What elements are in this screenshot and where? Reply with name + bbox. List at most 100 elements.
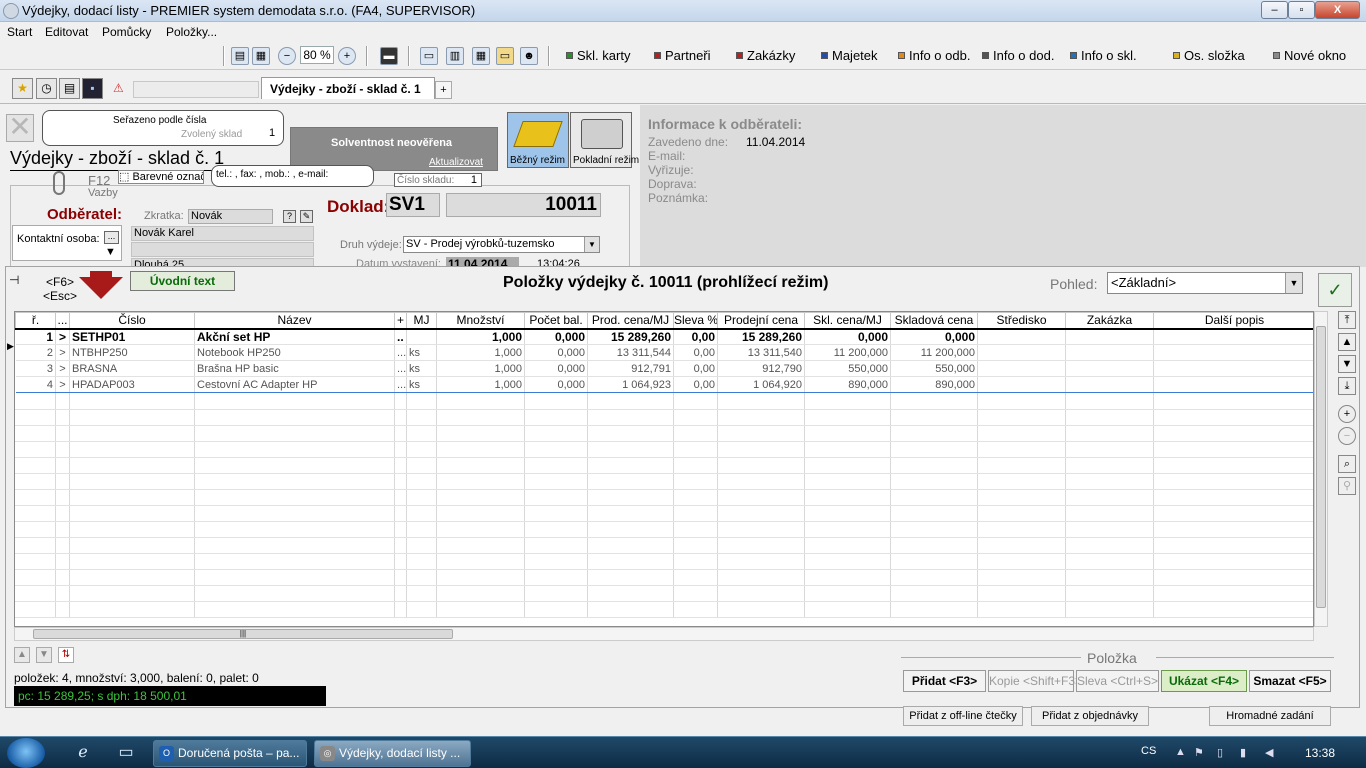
device-icon[interactable]: ▯ [1217,746,1223,759]
screen-icon[interactable]: ▭ [420,47,438,65]
page-up-icon[interactable]: ▲ [1338,333,1356,351]
language-indicator[interactable]: CS [1141,745,1156,757]
vertical-scrollbar[interactable] [1314,311,1328,627]
horizontal-scroll-thumb[interactable]: ||| [33,629,453,639]
items-grid[interactable]: ř. ... Číslo Název + MJ Množství Počet b… [14,311,1314,627]
links-label[interactable]: Vazby [88,187,118,199]
document-number-field[interactable]: 10011 [446,193,601,217]
cell-plus[interactable]: ... [394,344,407,361]
cell-mark[interactable]: > [55,376,70,393]
tab-issue-notes[interactable]: Výdejky - zboží - sklad č. 1 [261,77,435,99]
help-icon[interactable]: ? [283,210,296,223]
books-icon[interactable]: ▥ [446,47,464,65]
export-excel-icon[interactable]: ✓ [1318,273,1352,307]
minimize-button[interactable]: – [1261,1,1288,19]
contact-dropdown-icon[interactable]: ▼ [105,246,116,258]
copy-item-button[interactable]: Kopie <Shift+F3> [988,670,1082,692]
link-customer-info[interactable]: Info o odb. [898,48,970,63]
horizontal-scrollbar[interactable]: ||| [14,627,1314,641]
customer-line2-field[interactable] [131,242,314,257]
col-center[interactable]: Středisko [977,312,1066,330]
close-document-icon[interactable]: ✕ [6,113,34,142]
contact-person-button[interactable]: ... [104,231,119,244]
layout-icon[interactable]: ▤ [231,47,249,65]
flag-icon[interactable]: ⚑ [1194,746,1204,759]
table-row[interactable]: 1 > SETHP01 Akční set HP .. 1,000 0,000 … [15,328,1313,345]
customer-name-field[interactable]: Novák Karel [131,226,314,241]
table-row-selected[interactable]: 4 > HPADAP003 Cestovní AC Adapter HP ...… [15,376,1313,393]
col-description[interactable]: Další popis [1153,312,1313,330]
close-button[interactable]: X [1315,1,1360,19]
task-premier[interactable]: ◎ Výdejky, dodací listy ... [314,740,471,767]
filter-icon[interactable]: ⚲ [1338,477,1356,495]
normal-mode-button[interactable]: Běžný režim [507,112,569,168]
zoom-in-icon[interactable]: + [1338,405,1356,423]
app-icon[interactable] [3,3,19,19]
window-list-icon[interactable]: ▤ [59,78,80,99]
layout-alt-icon[interactable]: ▦ [252,47,270,65]
explorer-folder-icon[interactable]: ▭ [115,742,137,764]
bulk-entry-button[interactable]: Hromadné zadání [1209,706,1331,726]
volume-icon[interactable]: ◀ [1265,746,1273,759]
zoom-out-icon[interactable]: − [278,47,296,65]
col-sale-price[interactable]: Prodejní cena [717,312,805,330]
back-arrow-icon[interactable] [79,277,123,299]
menu-items[interactable]: Položky... [166,25,217,39]
first-record-icon[interactable]: ⤒ [1338,311,1356,329]
cash-mode-button[interactable]: Pokladní režim [570,112,639,168]
dropdown-arrow-icon[interactable]: ▼ [1285,273,1302,293]
link-stock-info[interactable]: Info o skl. [1070,48,1137,63]
clock[interactable]: 13:38 [1305,746,1335,760]
vertical-scroll-thumb[interactable] [1316,326,1326,608]
show-item-button[interactable]: Ukázat <F4> [1161,670,1247,692]
zoom-in-icon[interactable]: + [338,47,356,65]
calculator-icon[interactable]: ▦ [472,47,490,65]
zoom-out-icon[interactable]: − [1338,427,1356,445]
customer-shortcut-field[interactable]: Novák [188,209,273,224]
add-item-button[interactable]: Přidat <F3> [903,670,986,692]
col-code[interactable]: Číslo [69,312,195,330]
col-more[interactable]: ... [55,312,70,330]
signal-icon[interactable]: ▮ [1240,746,1246,759]
color-flag[interactable]: ⬚ Barevné označení [118,170,204,184]
link-partners[interactable]: Partneři [654,48,711,63]
col-unit[interactable]: MJ [406,312,437,330]
cell-plus[interactable]: ... [394,360,407,377]
sort-icon[interactable]: ⇅ [58,647,74,663]
cell-plus[interactable]: .. [394,328,407,345]
col-packages[interactable]: Počet bal. [524,312,588,330]
col-plus[interactable]: + [394,312,407,330]
move-down-icon[interactable]: ▼ [36,647,52,663]
col-unit-price[interactable]: Prod. cena/MJ [587,312,674,330]
add-tab-button[interactable]: + [435,81,452,99]
user-icon[interactable]: ☻ [520,47,538,65]
page-down-icon[interactable]: ▼ [1338,355,1356,373]
zoom-level[interactable]: 80 % [300,46,334,64]
link-new-window[interactable]: Nové okno [1273,48,1346,63]
link-stock-cards[interactable]: Skl. karty [566,48,630,63]
link-orders[interactable]: Zakázky [736,48,795,63]
delete-item-button[interactable]: Smazat <F5> [1249,670,1331,692]
link-supplier-info[interactable]: Info o dod. [982,48,1054,63]
cell-plus[interactable]: ... [394,376,407,393]
monitor-icon[interactable]: ▬ [380,47,398,65]
find-icon[interactable]: ⌕ [1338,455,1356,473]
col-quantity[interactable]: Množství [436,312,525,330]
folder-icon[interactable]: ▭ [496,47,514,65]
tray-arrow-icon[interactable]: ▲ [1175,746,1186,758]
add-from-order-button[interactable]: Přidat z objednávky [1031,706,1149,726]
view-select[interactable]: <Základní> ▼ [1107,272,1303,294]
dropdown-arrow-icon[interactable]: ▼ [584,237,599,252]
menu-tools[interactable]: Pomůcky [102,25,151,39]
col-row[interactable]: ř. [15,312,56,330]
discount-item-button[interactable]: Sleva <Ctrl+S> [1076,670,1159,692]
add-from-offline-reader-button[interactable]: Přidat z off-line čtečky [903,706,1023,726]
pin-icon[interactable]: ⊣ [9,273,19,287]
col-order[interactable]: Zakázka [1065,312,1154,330]
console-icon[interactable]: ▪ [82,78,103,99]
intro-text-button[interactable]: Úvodní text [130,271,235,291]
col-stock-price[interactable]: Skladová cena [890,312,978,330]
tab-search-input[interactable] [133,81,259,98]
internet-explorer-icon[interactable]: ℯ [72,742,94,764]
task-outlook[interactable]: O Doručená pošta – pa... [153,740,307,767]
